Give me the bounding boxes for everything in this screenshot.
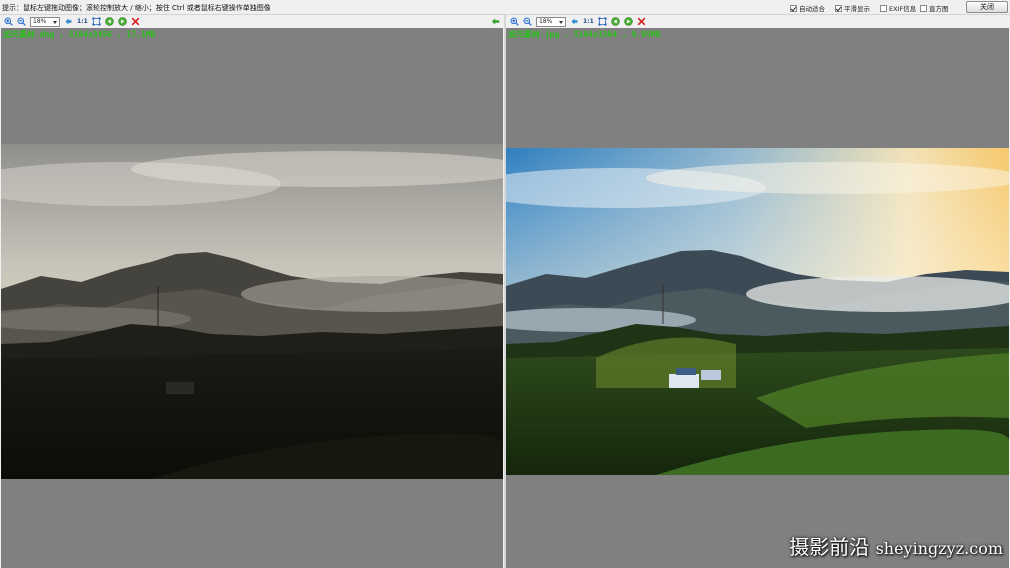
zoom-out-icon[interactable] bbox=[523, 17, 532, 26]
left-file-info: 加元素材.dng , 5184x3456 , 17.1MB bbox=[3, 30, 156, 39]
zoom-out-icon[interactable] bbox=[17, 17, 26, 26]
usage-hint: 提示：鼠标左键拖动图像；滚轮控制放大 / 缩小；按住 Ctrl 或者鼠标右键操作… bbox=[2, 4, 271, 12]
right-panel: 18% 1:1 加元素材.jpg , 5184x3384 , 9.95MB 摄影… bbox=[506, 15, 1010, 568]
smooth-display-checkbox[interactable] bbox=[835, 4, 842, 12]
left-photo-raw[interactable] bbox=[1, 144, 503, 479]
next-image-icon[interactable] bbox=[118, 17, 127, 26]
prev-image-icon[interactable] bbox=[611, 17, 620, 26]
zoom-level-select[interactable]: 18% bbox=[30, 16, 60, 27]
zoom-level-select[interactable]: 18% bbox=[536, 16, 566, 27]
exif-checkbox[interactable] bbox=[880, 4, 887, 12]
right-image-viewport[interactable]: 加元素材.jpg , 5184x3384 , 9.95MB 摄影前沿 sheyi… bbox=[506, 28, 1009, 568]
prev-image-icon[interactable] bbox=[105, 17, 114, 26]
histogram-checkbox[interactable] bbox=[920, 4, 927, 12]
back-arrow-icon[interactable] bbox=[491, 17, 500, 26]
delete-icon[interactable] bbox=[637, 17, 646, 26]
left-panel: 18% 1:1 加元素材.dng , 5184x3456 , 17.1MB bbox=[0, 15, 504, 568]
top-bar: 提示：鼠标左键拖动图像；滚轮控制放大 / 缩小；按住 Ctrl 或者鼠标右键操作… bbox=[0, 0, 1010, 15]
right-toolbar: 18% 1:1 bbox=[506, 15, 1010, 28]
actual-size-button[interactable]: 1:1 bbox=[77, 18, 88, 25]
option-histogram[interactable]: 直方图 bbox=[920, 3, 949, 13]
option-auto-fit-label: 自动适合 bbox=[799, 5, 825, 13]
left-image-viewport[interactable]: 加元素材.dng , 5184x3456 , 17.1MB bbox=[1, 28, 503, 568]
right-file-info: 加元素材.jpg , 5184x3384 , 9.95MB bbox=[508, 30, 661, 39]
next-image-icon[interactable] bbox=[624, 17, 633, 26]
right-photo-edited[interactable] bbox=[506, 148, 1009, 475]
delete-icon[interactable] bbox=[131, 17, 140, 26]
rotate-icon[interactable] bbox=[570, 17, 579, 26]
zoom-in-icon[interactable] bbox=[4, 17, 13, 26]
option-histogram-label: 直方图 bbox=[929, 5, 949, 13]
watermark: 摄影前沿 sheyingzyz.com bbox=[789, 531, 1003, 560]
fit-window-icon[interactable] bbox=[92, 17, 101, 26]
option-exif-label: EXIF信息 bbox=[889, 5, 917, 13]
fit-window-icon[interactable] bbox=[598, 17, 607, 26]
option-auto-fit[interactable]: 自动适合 bbox=[790, 3, 825, 13]
watermark-cn: 摄影前沿 bbox=[789, 535, 870, 559]
auto-fit-checkbox[interactable] bbox=[790, 4, 797, 12]
left-toolbar: 18% 1:1 bbox=[0, 15, 504, 28]
zoom-in-icon[interactable] bbox=[510, 17, 519, 26]
option-smooth-display[interactable]: 平滑显示 bbox=[835, 3, 870, 13]
option-exif[interactable]: EXIF信息 bbox=[880, 3, 916, 13]
rotate-icon[interactable] bbox=[64, 17, 73, 26]
actual-size-button[interactable]: 1:1 bbox=[583, 18, 594, 25]
watermark-en: sheyingzyz.com bbox=[875, 539, 1003, 558]
option-smooth-display-label: 平滑显示 bbox=[844, 5, 870, 13]
close-button[interactable]: 关闭 bbox=[966, 1, 1008, 13]
